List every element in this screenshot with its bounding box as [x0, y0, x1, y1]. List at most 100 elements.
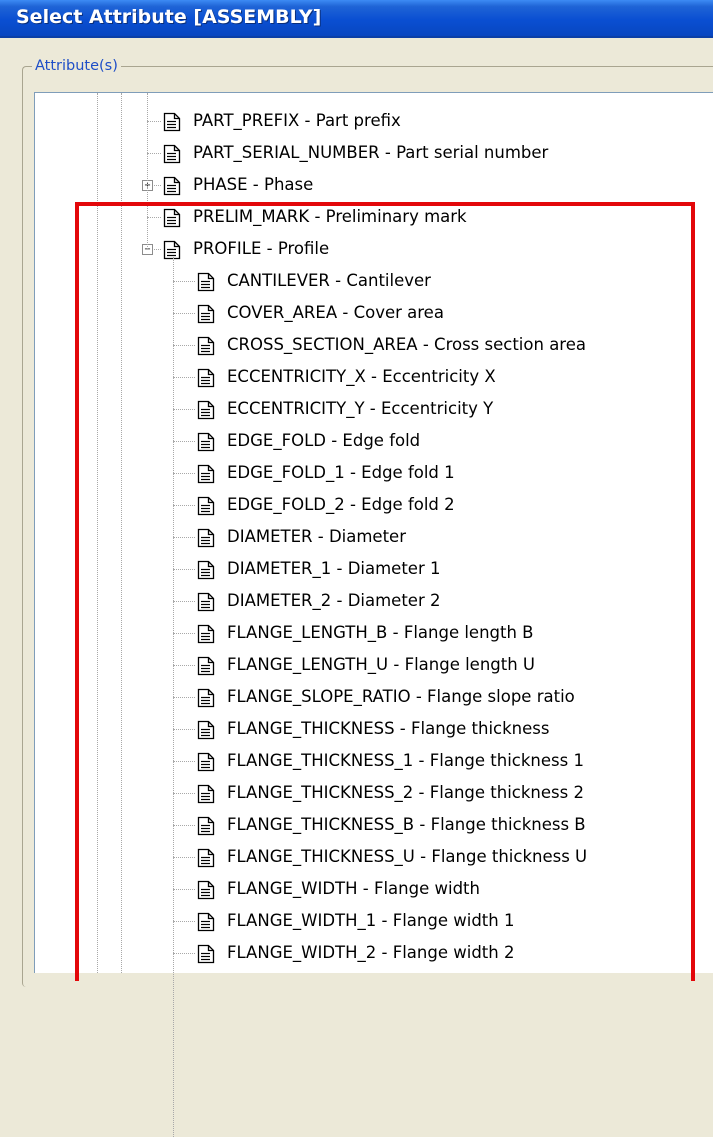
- attribute-name: ECCENTRICITY_Y: [227, 399, 365, 418]
- tree-connector-line: [173, 857, 195, 858]
- window-title: Select Attribute [ASSEMBLY]: [16, 6, 322, 28]
- attribute-description: Edge fold: [342, 431, 421, 450]
- tree-connector-line: [173, 697, 195, 698]
- tree-item-label: ECCENTRICITY_X - Eccentricity X: [227, 361, 496, 393]
- tree-connector-line: [173, 281, 195, 282]
- attribute-description: Flange thickness B: [430, 815, 586, 834]
- attribute-name: PRELIM_MARK: [193, 207, 310, 226]
- attribute-name: DIAMETER: [227, 527, 313, 546]
- attribute-description: Preliminary mark: [325, 207, 467, 226]
- attribute-description: Flange thickness 2: [429, 783, 584, 802]
- tree-item-label: PHASE - Phase: [193, 169, 313, 201]
- document-icon: [197, 943, 215, 975]
- name-separator: -: [413, 751, 430, 770]
- attribute-description: Cantilever: [346, 271, 431, 290]
- name-separator: -: [410, 687, 428, 706]
- attribute-tree[interactable]: PART_PREFIX - Part prefix PART_SERIAL_NUM…: [34, 92, 713, 1137]
- name-separator: -: [337, 303, 354, 322]
- name-separator: -: [376, 943, 393, 962]
- tree-connector-line: [173, 761, 195, 762]
- attribute-name: EDGE_FOLD_1: [227, 463, 345, 482]
- attribute-description: Flange width: [373, 879, 480, 898]
- tree-connector-line: [173, 633, 195, 634]
- tree-item-label: FLANGE_THICKNESS_U - Flange thickness U: [227, 841, 587, 873]
- attribute-name: PART_SERIAL_NUMBER: [193, 143, 380, 162]
- attribute-description: Edge fold 2: [361, 495, 455, 514]
- tree-item-label: CANTILEVER - Cantilever: [227, 265, 431, 297]
- document-icon: [197, 911, 215, 943]
- tree-connector-line: [147, 121, 161, 122]
- attribute-name: PHASE: [193, 175, 248, 194]
- attribute-description: Flange thickness 1: [429, 751, 584, 770]
- attribute-name: EDGE_FOLD_2: [227, 495, 345, 514]
- attribute-description: Part serial number: [396, 143, 549, 162]
- tree-item-label: EDGE_FOLD - Edge fold: [227, 425, 420, 457]
- attribute-name: PART_PREFIX: [193, 111, 300, 130]
- tree-item-label: FLANGE_WIDTH_2 - Flange width 2: [227, 937, 514, 969]
- attribute-description: Eccentricity X: [382, 367, 496, 386]
- tree-item-label: EDGE_FOLD_2 - Edge fold 2: [227, 489, 455, 521]
- attribute-description: Diameter: [328, 527, 406, 546]
- name-separator: -: [331, 591, 348, 610]
- name-separator: -: [376, 911, 393, 930]
- tree-connector-line: [173, 313, 195, 314]
- tree-connector-line: [173, 345, 195, 346]
- name-separator: -: [247, 175, 264, 194]
- attribute-description: Cross section area: [434, 335, 586, 354]
- attribute-description: Phase: [264, 175, 314, 194]
- document-icon: [197, 687, 215, 719]
- tree-item-label: ECCENTRICITY_Y - Eccentricity Y: [227, 393, 493, 425]
- tree-item-label: EDGE_FOLD_1 - Edge fold 1: [227, 457, 455, 489]
- tree-item-label: FLANGE_WIDTH_1 - Flange width 1: [227, 905, 514, 937]
- document-icon: [163, 143, 181, 175]
- tree-item-label: DIAMETER_1 - Diameter 1: [227, 553, 440, 585]
- tree-item-label: FLANGE_THICKNESS_1 - Flange thickness 1: [227, 745, 584, 777]
- tree-item-label: FLANGE_THICKNESS - Flange thickness: [227, 713, 549, 745]
- attribute-description: Flange thickness U: [431, 847, 588, 866]
- attribute-description: Diameter 2: [347, 591, 441, 610]
- tree-connector-line: [173, 377, 195, 378]
- attribute-name: EDGE_FOLD: [227, 431, 326, 450]
- name-separator: -: [414, 847, 432, 866]
- attribute-description: Part prefix: [315, 111, 401, 130]
- tree-connector-line: [173, 601, 195, 602]
- tree-connector-line: [173, 665, 195, 666]
- name-separator: -: [344, 463, 362, 482]
- document-icon: [197, 335, 215, 367]
- attribute-name: FLANGE_THICKNESS_1: [227, 751, 414, 770]
- groupbox-label: Attribute(s): [32, 55, 121, 77]
- tree-connector-line: [147, 153, 161, 154]
- attribute-description: Flange length U: [404, 655, 536, 674]
- attribute-description: Edge fold 1: [361, 463, 455, 482]
- document-icon: [163, 175, 181, 207]
- tree-connector-line: [173, 441, 195, 442]
- tree-item-label: PART_SERIAL_NUMBER - Part serial number: [193, 137, 548, 169]
- tree-connector-line: [121, 93, 122, 973]
- tree-item-label: COVER_AREA - Cover area: [227, 297, 444, 329]
- tree-connector-line: [97, 93, 98, 973]
- document-icon: [197, 463, 215, 495]
- name-separator: -: [379, 143, 397, 162]
- document-icon: [197, 655, 215, 687]
- attribute-name: COVER_AREA: [227, 303, 338, 322]
- attribute-name: FLANGE_WIDTH_2: [227, 943, 377, 962]
- tree-item-label: PRELIM_MARK - Preliminary mark: [193, 201, 467, 233]
- tree-connector-line: [173, 473, 195, 474]
- attribute-description: Eccentricity Y: [380, 399, 494, 418]
- name-separator: -: [388, 655, 405, 674]
- attribute-name: FLANGE_THICKNESS_2: [227, 783, 414, 802]
- attribute-name: CROSS_SECTION_AREA: [227, 335, 418, 354]
- document-icon: [197, 847, 215, 879]
- title-bar[interactable]: Select Attribute [ASSEMBLY]: [0, 0, 713, 38]
- tree-connector-line: [173, 569, 195, 570]
- tree-item-label: FLANGE_SLOPE_RATIO - Flange slope ratio: [227, 681, 575, 713]
- tree-item-label: DIAMETER - Diameter: [227, 521, 406, 553]
- tree-item-label: FLANGE_LENGTH_U - Flange length U: [227, 649, 535, 681]
- tree-connector-line: [173, 257, 174, 1137]
- tree-item-label: FLANGE_LENGTH_B - Flange length B: [227, 617, 534, 649]
- attribute-name: FLANGE_SLOPE_RATIO: [227, 687, 411, 706]
- name-separator: -: [299, 111, 316, 130]
- attribute-name: FLANGE_LENGTH_U: [227, 655, 389, 674]
- tree-connector-line: [173, 729, 195, 730]
- name-separator: -: [309, 207, 326, 226]
